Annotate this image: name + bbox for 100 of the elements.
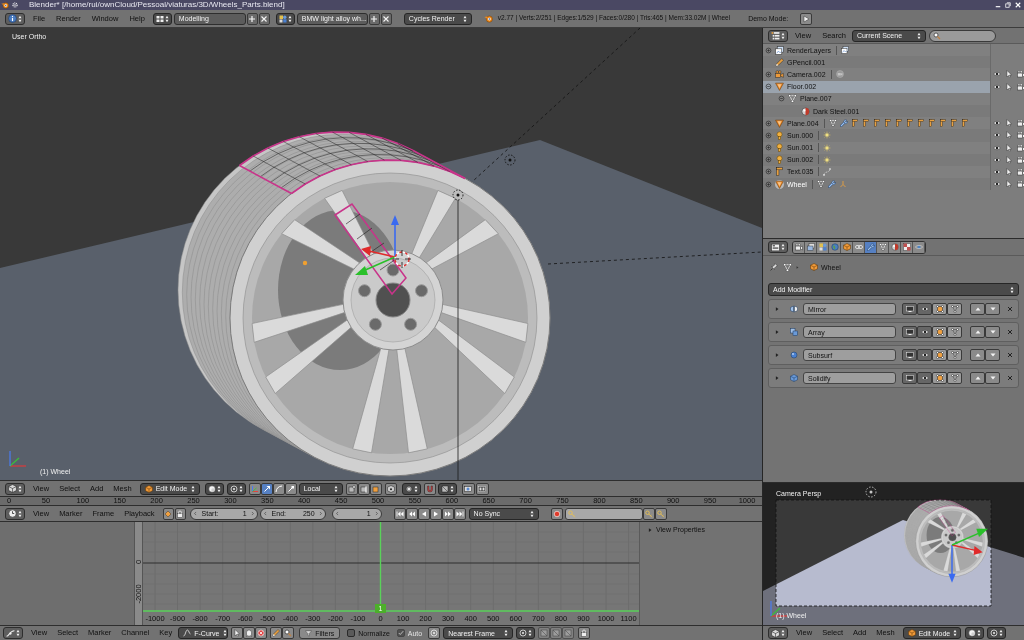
pencil-toggle[interactable] — [270, 627, 283, 639]
edit-mode-toggle[interactable] — [932, 372, 947, 384]
expand-triangle-icon[interactable] — [774, 352, 780, 358]
remove-layout-button[interactable] — [258, 12, 270, 25]
eye-icon[interactable] — [993, 167, 1001, 176]
vertex-select-button[interactable] — [345, 482, 358, 495]
pointer-icon[interactable] — [1005, 155, 1013, 164]
snap-toggle[interactable] — [423, 482, 436, 495]
render-toggle[interactable] — [902, 349, 917, 361]
render-toggle[interactable] — [902, 372, 917, 384]
insert-keyframe-button[interactable] — [642, 507, 655, 520]
pointer-icon[interactable] — [1005, 82, 1013, 91]
keyframe-toggle[interactable] — [162, 507, 174, 520]
close-icon[interactable] — [1006, 305, 1014, 313]
move-up-button[interactable] — [970, 372, 985, 384]
pointer-icon[interactable] — [1005, 143, 1013, 152]
render-image-button[interactable] — [461, 482, 475, 495]
expand-triangle-icon[interactable] — [774, 306, 780, 312]
expand-triangle-icon[interactable] — [774, 329, 780, 335]
copy-keys-button[interactable] — [538, 627, 551, 639]
pivot-dropdown[interactable] — [986, 627, 1006, 639]
eye-icon[interactable] — [993, 82, 1001, 91]
properties-tab[interactable] — [913, 241, 925, 253]
move-down-button[interactable] — [985, 303, 1000, 315]
render-animation-button[interactable] — [475, 482, 489, 495]
editor-type-button[interactable] — [768, 627, 788, 639]
checkbox[interactable] — [347, 629, 356, 637]
expand-triangle-icon[interactable] — [774, 375, 780, 381]
edit-mode-toggle[interactable] — [932, 349, 947, 361]
editor-type-button[interactable] — [768, 241, 788, 253]
properties-tab[interactable] — [889, 241, 901, 253]
pointer-icon[interactable] — [1005, 180, 1013, 189]
show-hidden-toggle[interactable] — [243, 627, 256, 639]
search-field[interactable] — [928, 29, 996, 42]
lock-toggle[interactable] — [174, 507, 186, 520]
camera-icon[interactable] — [1017, 167, 1024, 176]
camera-icon[interactable] — [1017, 70, 1024, 79]
pivot-button[interactable] — [428, 627, 441, 639]
edit-mode-toggle[interactable] — [932, 326, 947, 338]
move-up-button[interactable] — [970, 326, 985, 338]
move-up-button[interactable] — [970, 303, 985, 315]
ghost-curves-button[interactable] — [578, 627, 591, 639]
camera-icon[interactable] — [1017, 82, 1024, 91]
layout-picker-button[interactable] — [152, 12, 172, 25]
properties-tab[interactable] — [817, 241, 829, 253]
editor-type-button[interactable] — [5, 482, 25, 495]
properties-tab[interactable] — [853, 241, 865, 253]
editor-type-button[interactable] — [5, 12, 25, 25]
on-cage-toggle[interactable] — [947, 303, 962, 315]
eye-icon[interactable] — [993, 180, 1001, 189]
paste-keys-button[interactable] — [550, 627, 563, 639]
properties-tab[interactable] — [901, 241, 913, 253]
keying-set-field[interactable] — [564, 507, 643, 520]
jump-to-start-button[interactable] — [393, 507, 406, 520]
pointer-icon[interactable] — [1005, 70, 1013, 79]
properties-tab[interactable] — [877, 241, 889, 253]
demo-play-button[interactable] — [800, 12, 813, 25]
move-down-button[interactable] — [985, 372, 1000, 384]
eye-icon[interactable] — [993, 70, 1001, 79]
eye-icon[interactable] — [993, 119, 1001, 128]
properties-tab[interactable] — [865, 241, 877, 253]
camera-icon[interactable] — [1017, 155, 1024, 164]
remove-scene-button[interactable] — [380, 12, 392, 25]
collapse-icon[interactable] — [764, 83, 772, 91]
occlude-toggle[interactable] — [384, 482, 397, 495]
viewport-toggle[interactable] — [917, 303, 932, 315]
move-down-button[interactable] — [985, 326, 1000, 338]
pivot-dropdown[interactable] — [516, 627, 536, 639]
render-toggle[interactable] — [902, 326, 917, 338]
close-icon[interactable] — [1006, 374, 1014, 382]
viewport-toggle[interactable] — [917, 326, 932, 338]
only-errors-toggle[interactable] — [255, 627, 268, 639]
snap-element-dropdown[interactable] — [437, 482, 457, 495]
properties-tab[interactable] — [793, 241, 805, 253]
viewport-toggle[interactable] — [917, 372, 932, 384]
camera-icon[interactable] — [1017, 180, 1024, 189]
editor-type-button[interactable] — [5, 507, 25, 520]
pointer-icon[interactable] — [1005, 119, 1013, 128]
close-icon[interactable] — [1006, 351, 1014, 359]
on-cage-toggle[interactable] — [947, 349, 962, 361]
properties-tab[interactable] — [841, 241, 853, 253]
on-cage-toggle[interactable] — [947, 372, 962, 384]
eye-icon[interactable] — [993, 131, 1001, 140]
shading-dropdown[interactable] — [964, 627, 984, 639]
on-cage-toggle[interactable] — [947, 326, 962, 338]
pin-icon[interactable] — [770, 263, 778, 271]
only-selected-toggle[interactable] — [231, 627, 244, 639]
move-down-button[interactable] — [985, 349, 1000, 361]
pivot-dropdown[interactable] — [226, 482, 246, 495]
editor-type-button[interactable] — [3, 627, 23, 639]
camera-icon[interactable] — [1017, 131, 1024, 140]
search-toggle[interactable] — [282, 627, 295, 639]
scene-picker-button[interactable] — [275, 12, 295, 25]
pointer-icon[interactable] — [1005, 131, 1013, 140]
eye-icon[interactable] — [993, 155, 1001, 164]
close-icon[interactable] — [1006, 328, 1014, 336]
editor-type-button[interactable] — [768, 29, 788, 42]
camera-icon[interactable] — [1017, 143, 1024, 152]
eye-icon[interactable] — [993, 143, 1001, 152]
render-toggle[interactable] — [902, 303, 917, 315]
